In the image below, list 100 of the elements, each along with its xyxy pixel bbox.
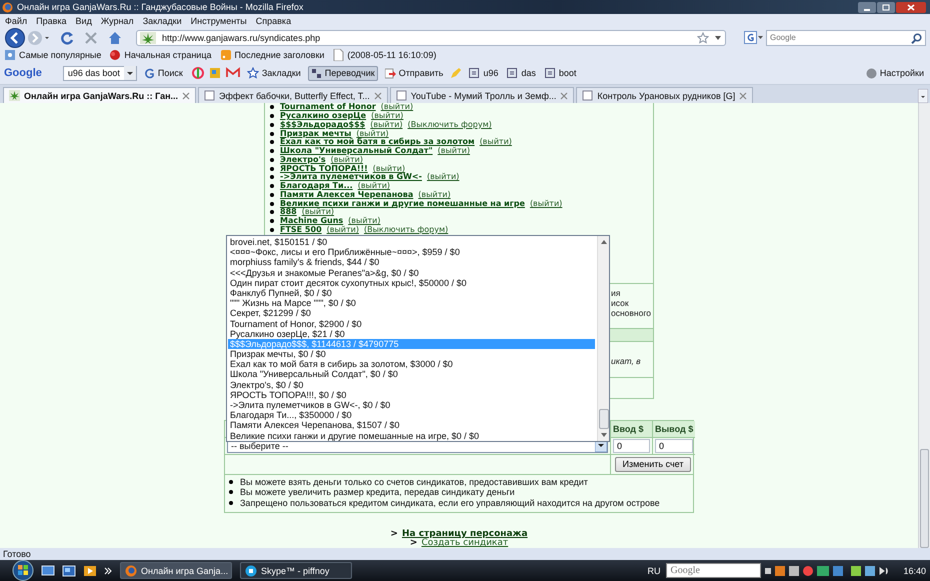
windows-icon[interactable] xyxy=(62,564,76,576)
close-icon[interactable] xyxy=(896,2,926,12)
search-icon[interactable] xyxy=(911,32,922,44)
language-indicator[interactable]: RU xyxy=(647,566,660,576)
caret-icon[interactable] xyxy=(124,66,136,80)
syndicate-link[interactable]: Школа "Универсальный Солдат" xyxy=(280,147,433,156)
puzzle-icon[interactable] xyxy=(208,67,221,79)
dropdown-option[interactable]: Фанклуб Пупней, $0 / $0 xyxy=(228,288,595,298)
dropdown-option[interactable]: Tournament of Honor, $2900 / $0 xyxy=(228,318,595,329)
leave-link[interactable]: (Выключить форум) xyxy=(364,226,448,234)
chevron-icon[interactable] xyxy=(104,566,112,576)
leave-link[interactable]: (выйти) xyxy=(530,200,562,208)
syndicate-link[interactable]: ->Элита пулеметчиков в GW<- xyxy=(280,173,422,182)
dropdown-option[interactable]: Один пират стоит десяток сухопутных крыс!, $50000 / $0 xyxy=(228,278,595,288)
scroll-thumb[interactable] xyxy=(598,409,608,429)
dropdown-option[interactable]: morphiuss family's & friends, $44 / $0 xyxy=(228,257,595,268)
browser-tab[interactable]: Контроль Урановых рудников [G] xyxy=(576,87,754,103)
scroll-thumb[interactable] xyxy=(920,449,929,548)
dropdown-option[interactable]: Русалкино озерЦе, $21 / $0 xyxy=(228,328,595,339)
leave-link[interactable]: (выйти) xyxy=(480,138,512,146)
dropdown-option[interactable]: ->Элита пулеметчиков в GW<-, $0 / $0 xyxy=(228,400,595,410)
dropdown-option[interactable]: brovei.net, $150151 / $0 xyxy=(228,237,595,248)
desktop-icon[interactable] xyxy=(41,564,55,576)
syndicate-link[interactable]: Ехал как то мой батя в сибирь за золотом xyxy=(280,138,475,146)
maximize-icon[interactable] xyxy=(877,2,895,12)
menu-item[interactable]: Закладки xyxy=(142,16,182,26)
syndicate-link[interactable]: Памяти Алексея Черепанова xyxy=(280,190,414,199)
leave-link[interactable]: (выйти) xyxy=(371,112,404,120)
dropdown-option[interactable]: Школа "Универсальный Солдат", $0 / $0 xyxy=(228,369,595,380)
syndicate-link[interactable]: Русалкино озерЦе xyxy=(280,112,366,120)
syndicate-link[interactable]: Machine Guns xyxy=(280,217,344,226)
leave-link[interactable]: (выйти) xyxy=(438,147,470,156)
page-link[interactable]: На страницу персонажа xyxy=(402,530,528,539)
taskbar-button[interactable]: Skype™ - piffnoy xyxy=(240,562,352,579)
leave-link[interactable]: (выйти) xyxy=(418,190,451,199)
term-button[interactable]: u96 xyxy=(467,66,500,80)
leave-link[interactable]: (выйти) xyxy=(380,103,414,112)
bookmark-link[interactable]: Самые популярные xyxy=(4,49,102,61)
browser-tab[interactable]: Эффект бабочки, Butterfly Effect, T... xyxy=(198,87,388,103)
scrollbar[interactable] xyxy=(597,236,609,441)
syndicate-link[interactable]: ЯРОСТЬ ТОПОРА!!! xyxy=(280,164,368,173)
leave-link[interactable]: (выйти) xyxy=(372,164,406,173)
dropdown-option[interactable]: Секрет, $21299 / $0 xyxy=(228,308,595,318)
dropdown-option[interactable]: """ Жизнь на Марсе """, $0 / $0 xyxy=(228,298,595,308)
leave-link[interactable]: (выйти) xyxy=(326,226,359,234)
browser-tab[interactable]: Онлайн игра GanjaWars.Ru :: Ган... xyxy=(3,87,196,103)
syndicate-link[interactable]: Благодаря Ти... xyxy=(280,182,353,190)
settings-button[interactable]: Настройки xyxy=(864,66,926,80)
syndicate-link[interactable]: Tournament of Honor xyxy=(280,103,376,112)
leave-link[interactable]: (выйти) xyxy=(330,156,363,164)
syndicate-link[interactable]: 888 xyxy=(280,208,297,216)
mail-icon[interactable] xyxy=(226,67,240,79)
start-orb-icon[interactable] xyxy=(12,560,34,581)
browser-tab[interactable]: YouTube - Мумий Тролль и Земф... xyxy=(390,87,574,103)
leave-link[interactable]: (выйти) xyxy=(356,130,389,138)
term-button[interactable]: boot xyxy=(542,66,578,80)
change-account-button[interactable]: Изменить счет xyxy=(615,456,690,472)
leave-link[interactable]: (выйти) xyxy=(426,173,460,182)
dropdown-list[interactable] xyxy=(226,235,610,442)
leave-link[interactable]: (выйти) xyxy=(302,208,334,216)
scrollbar[interactable] xyxy=(918,103,930,548)
caret-icon[interactable] xyxy=(715,36,721,40)
dropdown-option[interactable]: Ехал как то мой батя в сибирь за золотом, $3000 / $0 xyxy=(228,359,595,370)
home-icon[interactable] xyxy=(108,30,122,44)
menu-item[interactable]: Справка xyxy=(256,16,292,26)
bookmark-link[interactable]: Последние заголовки xyxy=(220,49,324,61)
syndicate-link[interactable]: Призрак мечты xyxy=(280,130,352,138)
menu-item[interactable]: Правка xyxy=(36,16,67,26)
address-field[interactable]: http://www.ganjawars.ru/syndicates.php xyxy=(136,30,726,46)
dropdown-option[interactable]: <¤¤¤~Фокс, лисы и его Приближённые~¤¤¤>, $959 / $0 xyxy=(228,247,595,258)
leave-link[interactable]: (Выключить форум) xyxy=(408,120,492,129)
taskbar-button[interactable]: Онлайн игра Ganja... xyxy=(120,562,232,579)
dropdown-option[interactable]: Великие психи ганжи и другие помешанные на игре, $0 / $0 xyxy=(228,430,595,441)
menu-item[interactable]: Инструменты xyxy=(190,16,247,26)
star-icon[interactable] xyxy=(697,32,709,44)
media-icon[interactable] xyxy=(83,564,97,576)
leave-link[interactable]: (выйти) xyxy=(358,182,390,190)
bookmark-link[interactable]: (2008-05-11 16:10:09) xyxy=(332,49,436,61)
dropdown-option[interactable]: ЯРОСТЬ ТОПОРА!!!, $0 / $0 xyxy=(228,390,595,400)
menu-item[interactable]: Файл xyxy=(5,16,28,26)
dropdown-option[interactable]: Памяти Алексея Черепанова, $1507 / $0 xyxy=(228,420,595,431)
dropdown-option[interactable]: Призрак мечты, $0 / $0 xyxy=(228,349,595,360)
minimize-icon[interactable] xyxy=(858,2,876,12)
term-button[interactable]: das xyxy=(505,66,538,80)
page-link[interactable]: Создать синдикат xyxy=(421,539,508,548)
reload-icon[interactable] xyxy=(60,30,74,44)
google-icon[interactable] xyxy=(744,31,764,44)
syndicate-link[interactable]: FTSE 500 xyxy=(280,226,322,234)
bookmark-link[interactable]: Начальная страница xyxy=(109,49,212,61)
leave-link[interactable]: (выйти) xyxy=(370,120,403,129)
search-button[interactable]: Поиск xyxy=(142,66,185,80)
syndicate-link[interactable]: $$$Эльдорадо$$$ xyxy=(280,120,366,129)
syndicate-link[interactable]: Электро's xyxy=(280,156,326,164)
leave-link[interactable]: (выйти) xyxy=(348,217,381,226)
bookmarks-button[interactable]: Закладки xyxy=(244,66,303,80)
search-field[interactable]: Google xyxy=(766,30,926,46)
search-field[interactable]: Google xyxy=(666,563,762,578)
amount-input[interactable]: 0 xyxy=(613,438,650,452)
translator-button[interactable]: Переводчик xyxy=(308,66,378,80)
send-button[interactable]: Отправить xyxy=(382,66,446,80)
